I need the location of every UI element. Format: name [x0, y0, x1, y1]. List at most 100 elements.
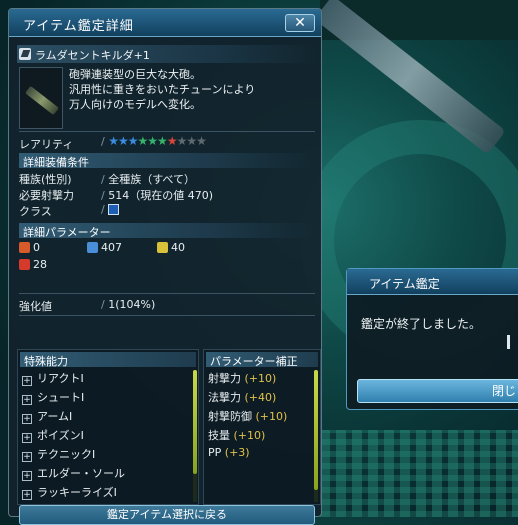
grind-row: / 1(104%) [101, 298, 155, 311]
expand-icon: + [22, 433, 32, 443]
rarity-star-list: ★★★★★★★★★★ [108, 134, 207, 148]
ability-item[interactable]: + エルダー・ソール [22, 465, 194, 483]
ability-label: アームI [37, 410, 73, 423]
requirements-header: 詳細装備条件 [19, 153, 315, 169]
ability-label: ラッキーライズI [37, 486, 117, 499]
bonus-item: 射撃力 (+10) [208, 370, 318, 388]
ability-item[interactable]: + アームI [22, 408, 194, 426]
special-abilities-header: 特殊能力 [20, 352, 196, 368]
ability-item[interactable]: + テクニックI [22, 446, 194, 464]
param-strike: 0 [19, 241, 40, 254]
param-tech: 40 [157, 241, 185, 254]
param-element-value: 28 [33, 258, 47, 271]
param-bonus-panel: パラメーター補正 射撃力 (+10) 法撃力 (+40) 射撃防御 (+10) … [203, 349, 321, 505]
param-ranged-value: 407 [101, 241, 122, 254]
rarity-star-icon: ★ [166, 134, 178, 148]
ability-label: シュートI [37, 391, 85, 404]
special-abilities-panel: 特殊能力 + リアクトI + シュートI + アームI + ポイズンI + テクニックI … [17, 349, 199, 505]
separator-slash: / [101, 203, 109, 216]
param-bonus-header: パラメーター補正 [206, 352, 318, 368]
close-button[interactable]: ✕ [285, 14, 315, 32]
back-to-selection-button[interactable]: 鑑定アイテム選択に戻る [19, 505, 315, 525]
class-label: クラス [19, 205, 52, 218]
dialog-close-button[interactable]: 閉じ [357, 379, 518, 403]
rarity-stars: / ★★★★★★★★★★ [101, 134, 207, 148]
race-value: 全種族（すべて） [108, 173, 195, 186]
strike-icon [19, 242, 30, 253]
bonus-name: 法撃力 [208, 391, 241, 404]
bonus-value: (+40) [244, 391, 277, 404]
bonus-item: 法撃力 (+40) [208, 389, 318, 407]
expand-icon: + [22, 376, 32, 386]
window-titlebar: アイテム鑑定詳細 ✕ [9, 9, 321, 37]
ability-label: エルダー・ソール [37, 467, 125, 480]
ability-label: テクニックI [37, 448, 96, 461]
bonus-name: 射撃力 [208, 372, 241, 385]
window-title: アイテム鑑定詳細 [23, 19, 134, 34]
bonus-name: PP [208, 446, 222, 459]
launcher-type-icon [19, 48, 31, 60]
parameters-header: 詳細パラメーター [19, 223, 315, 239]
expand-icon: + [22, 395, 32, 405]
grind-label: 強化値 [19, 300, 52, 313]
bonus-value: (+3) [224, 446, 250, 459]
abilities-scroll-thumb[interactable] [193, 370, 197, 474]
background-grid [320, 430, 518, 517]
description-line: 万人向けのモデルへ変化。 [69, 98, 201, 111]
bonus-value: (+10) [244, 372, 277, 385]
required-power-label: 必要射撃力 [19, 189, 74, 202]
expand-icon: + [22, 452, 32, 462]
dialog-titlebar: アイテム鑑定 [347, 269, 518, 295]
rarity-star-icon: ★ [157, 134, 168, 148]
race-label: 種族(性別) [19, 173, 72, 186]
ability-item[interactable]: + シュートI [22, 389, 194, 407]
class-row: / [101, 203, 120, 216]
appraisal-dialog: アイテム鑑定 鑑定が終了しました。 閉じ [346, 268, 518, 410]
param-element: 28 [19, 258, 47, 271]
dialog-message: 鑑定が終了しました。 [361, 317, 482, 331]
requirements-header-label: 詳細装備条件 [23, 156, 89, 169]
rarity-star-icon: ★ [196, 134, 207, 148]
element-icon [19, 259, 30, 270]
special-abilities-header-label: 特殊能力 [24, 355, 68, 368]
separator-slash: / [101, 135, 105, 148]
bonus-value: (+10) [255, 410, 288, 423]
rarity-star-icon: ★ [176, 134, 188, 148]
expand-icon: + [22, 414, 32, 424]
item-name-bar: ラムダセントキルダ+1 [17, 45, 315, 63]
ability-item[interactable]: + リアクトI [22, 370, 194, 388]
divider [19, 293, 315, 294]
ability-item[interactable]: + ラッキーライズI [22, 484, 194, 502]
rarity-label: レアリティ [19, 138, 74, 151]
abilities-scrollbar[interactable] [193, 370, 197, 502]
grind-value: 1(104%) [108, 298, 156, 311]
bonus-scrollbar[interactable] [314, 370, 318, 502]
rarity-star-icon: ★ [137, 134, 149, 148]
bonus-item: PP (+3) [208, 446, 318, 464]
dialog-title: アイテム鑑定 [369, 277, 440, 291]
expand-icon: + [22, 490, 32, 500]
item-name: ラムダセントキルダ+1 [35, 49, 150, 62]
item-description: 砲弾連装型の巨大な大砲。 汎用性に重きをおいたチューンにより 万人向けのモデルへ… [69, 67, 255, 112]
bonus-name: 射撃防御 [208, 410, 252, 423]
rarity-star-icon: ★ [108, 134, 119, 148]
item-appraisal-detail-window: アイテム鑑定詳細 ✕ ラムダセントキルダ+1 砲弾連装型の巨大な大砲。 汎用性に… [8, 8, 322, 525]
description-line: 砲弾連装型の巨大な大砲。 [69, 68, 201, 81]
ability-item[interactable]: + ポイズンI [22, 427, 194, 445]
param-bonus-header-label: パラメーター補正 [210, 355, 298, 368]
divider [19, 315, 315, 316]
ranged-icon [87, 242, 98, 253]
bonus-name: 技量 [208, 429, 230, 442]
text-cursor-icon [507, 335, 510, 349]
item-thumbnail [19, 67, 63, 129]
ability-label: ポイズンI [37, 429, 84, 442]
rarity-star-icon: ★ [117, 134, 129, 148]
required-power-row: / 514（現在の値 470) [101, 187, 213, 203]
parameters-header-label: 詳細パラメーター [23, 226, 111, 239]
bonus-scroll-thumb[interactable] [314, 370, 318, 490]
rarity-star-icon: ★ [186, 134, 197, 148]
bonus-item: 射撃防御 (+10) [208, 408, 318, 426]
bonus-value: (+10) [233, 429, 266, 442]
rarity-star-icon: ★ [127, 134, 139, 148]
race-value-row: / 全種族（すべて） [101, 171, 195, 187]
